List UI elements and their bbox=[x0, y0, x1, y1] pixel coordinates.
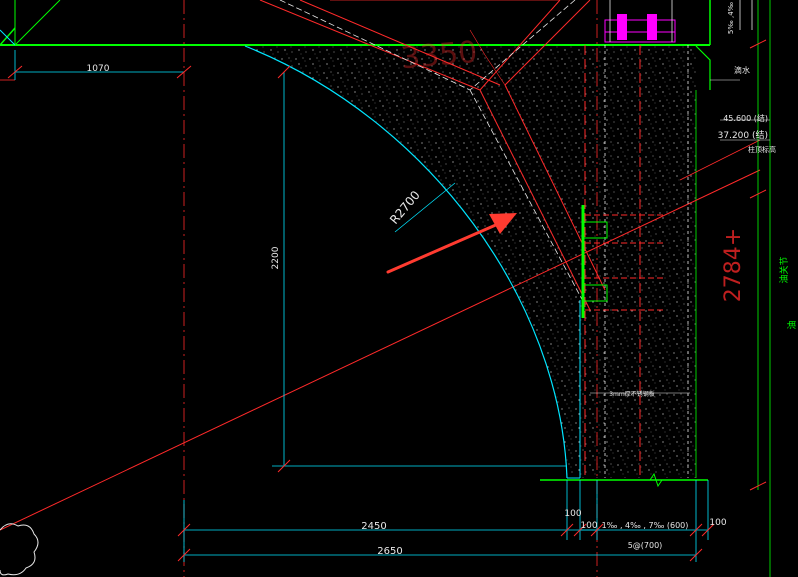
concrete-section bbox=[245, 46, 696, 478]
dim-100-a: 100 bbox=[564, 509, 581, 519]
dim-100-b: 100 bbox=[580, 521, 597, 531]
elev-title-label: 柱顶标高 bbox=[748, 145, 776, 154]
rebar-total-label: 5@(700) bbox=[628, 541, 663, 550]
dim-2784-label: 2784+ bbox=[721, 228, 746, 302]
dim-2200-label: 2200 bbox=[271, 246, 281, 269]
dim-3350-label: 3350 bbox=[400, 35, 479, 77]
small-top-label: 5‰ ,4‰ bbox=[727, 1, 735, 34]
elev2-label: 37.200 (结) bbox=[718, 129, 768, 141]
dim-1070-label: 1070 bbox=[87, 64, 110, 74]
drip-label: 滴水 bbox=[734, 65, 750, 75]
right-note-label: 油关节 bbox=[778, 256, 790, 283]
drip-notch bbox=[695, 45, 711, 90]
dim-1070: 1070 bbox=[7, 50, 192, 80]
radius-label: R2700 bbox=[387, 188, 423, 227]
dim-2450-label: 2450 bbox=[361, 521, 386, 532]
rebar-spec-label: 1‰ , 4‰ , 7‰ (600) bbox=[602, 521, 689, 530]
green-diagonal bbox=[14, 0, 61, 46]
anchor-bolts bbox=[604, 0, 676, 43]
radius-dim: R2700 bbox=[387, 182, 456, 233]
plate-note-label: 3mm厚不锈钢板 bbox=[609, 390, 655, 398]
revision-cloud bbox=[0, 523, 39, 576]
elev1-label: 45.600 (结) bbox=[723, 113, 768, 123]
right-cut-label: 油 bbox=[786, 320, 798, 329]
bottom-dims: 2450 2650 100 100 100 1‰ , 4‰ , 7‰ (600)… bbox=[177, 480, 727, 562]
dim-100-c: 100 bbox=[709, 518, 726, 528]
dim-2650-label: 2650 bbox=[377, 546, 402, 557]
cad-drawing-canvas[interactable]: 1070 2200 R2700 3350 2784+ 5‰ ,4‰ 2450 2… bbox=[0, 0, 798, 577]
